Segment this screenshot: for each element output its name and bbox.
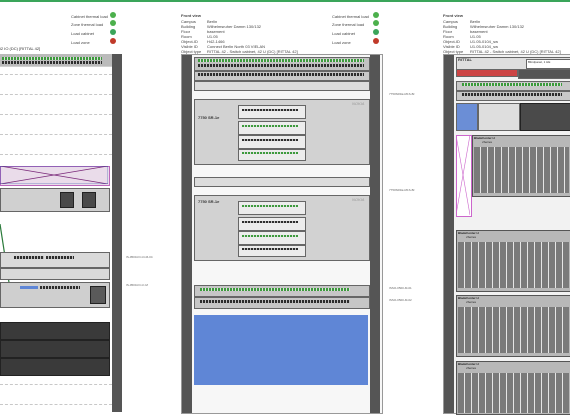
storage-array-1[interactable] [0, 322, 110, 340]
blindpanel-label: Blindpanel, 1 HE [528, 60, 551, 64]
thermometer-green-icon [373, 20, 379, 26]
load-red-icon [373, 38, 379, 44]
blade-sub: xSeries [482, 140, 493, 144]
legend-load-zone-2: Load zone [332, 40, 351, 45]
blue-panel[interactable] [456, 103, 478, 131]
thermometer-green-icon [110, 12, 116, 18]
left-cabinet-object-type: i2 IO (DC) [RITTAL 42] [0, 46, 41, 51]
storage-array-3[interactable] [0, 358, 110, 376]
psu-module [90, 286, 106, 304]
thermometer-green-icon [110, 20, 116, 26]
nokia-logo-1: NOKIA [352, 101, 365, 106]
left-rack[interactable] [0, 54, 122, 412]
legend-cabinet-thermal: Cabinet thermal load [71, 14, 108, 19]
side-label-2: 7750SR1E-M1S-Br [389, 188, 415, 192]
storage-array-2[interactable] [0, 340, 110, 358]
rack-switch-1[interactable] [0, 252, 110, 268]
middle-unit-column-right [370, 55, 380, 413]
side-label-1: 7750SR1E-M1S-Br [389, 92, 415, 96]
right-unit-column [444, 55, 454, 413]
switch-2[interactable] [194, 297, 370, 309]
right-rack[interactable]: RITTAL Blindpanel, 1 HE BladeCenter H xS… [443, 54, 570, 415]
load-green-icon [373, 29, 379, 35]
legend-load-cabinet: Load cabinet [71, 31, 94, 36]
middle-unit-column-left [182, 55, 192, 413]
middle-view-title: Front view [181, 13, 202, 18]
side-label-3: ISSO-0500-M-01 [389, 286, 412, 290]
blade-sub: xSeries [466, 366, 477, 370]
dark-module[interactable] [520, 103, 570, 131]
rack-switch-2[interactable] [0, 268, 110, 280]
nokia-logo-2: NOKIA [352, 197, 365, 202]
top-accent-line [0, 0, 570, 2]
legend-cabinet-thermal-2: Cabinet thermal load [332, 14, 369, 19]
left-side-label-1: IS-0500-FC-D-M-04 [126, 255, 153, 259]
legend-load-zone: Load zone [71, 40, 90, 45]
cable-manager-2[interactable] [194, 177, 370, 187]
thermometer-green-icon [373, 12, 379, 18]
left-side-label-2: IS-0500-FC-F-M [126, 283, 148, 287]
right-view-title: Front view [443, 13, 464, 18]
cable-manager[interactable] [194, 81, 370, 91]
fan-unit [60, 192, 74, 208]
legend-zone-thermal-2: Zone thermal load [332, 22, 365, 27]
left-unit-column [112, 54, 122, 412]
side-label-4: ISSO-0500-M-02 [389, 298, 412, 302]
blade-sub: xSeries [466, 300, 477, 304]
router-2-label: 7750 SR-1e [198, 199, 220, 204]
load-red-icon [110, 38, 116, 44]
rittal-brand: RITTAL [458, 57, 472, 62]
legend-load-cabinet-2: Load cabinet [332, 31, 355, 36]
reserved-space[interactable] [194, 315, 368, 385]
blade-sub: xSeries [466, 235, 477, 239]
switch-1[interactable] [194, 285, 370, 297]
legend-zone-thermal: Zone thermal load [71, 22, 104, 27]
load-green-icon [110, 29, 116, 35]
fan-unit [82, 192, 96, 208]
middle-rack[interactable]: DWL-2248 7750 SR-1e NOKIA DWL-2248 7750 … [181, 54, 383, 414]
router-1-label: 7750 SR-1e [198, 115, 220, 120]
